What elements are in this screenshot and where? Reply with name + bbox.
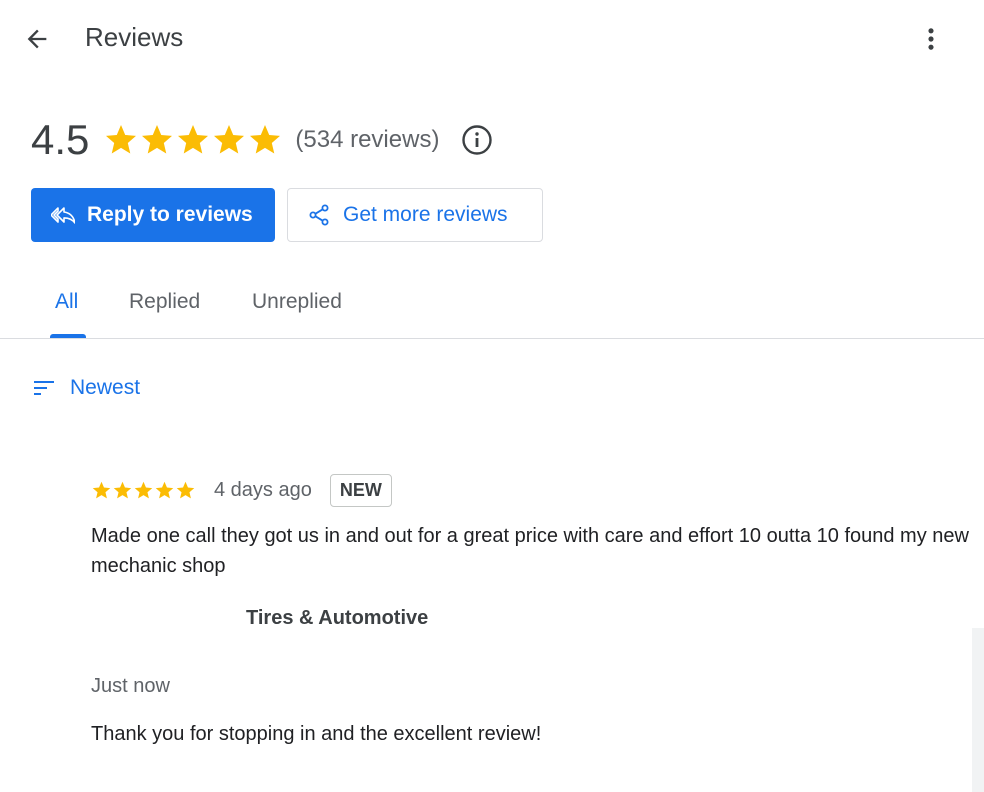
rating-value: 4.5	[31, 116, 90, 163]
reply-all-icon	[51, 207, 75, 224]
star-icon	[250, 125, 281, 154]
star-icon	[92, 481, 111, 498]
more-vert-icon	[928, 28, 934, 50]
get-more-reviews-label: Get more reviews	[343, 203, 508, 226]
new-badge: NEW	[329, 473, 392, 507]
share-icon	[309, 204, 329, 226]
review-count: (534 reviews)	[295, 126, 440, 153]
rating-summary: 4.5 (534 reviews)	[31, 112, 493, 168]
reply-text: Thank you for stopping in and the excell…	[91, 723, 542, 745]
header: Reviews	[0, 0, 984, 76]
review-meta: 4 days ago NEW	[91, 473, 971, 507]
active-tab-indicator	[50, 334, 86, 338]
sort-icon	[34, 381, 54, 395]
star-icon	[134, 481, 153, 498]
star-icon	[106, 125, 137, 154]
info-icon	[462, 125, 493, 155]
review-date: 4 days ago	[214, 478, 312, 501]
star-icon	[214, 125, 245, 154]
back-button[interactable]	[18, 20, 56, 58]
reviews-page: Reviews 4.5 (534 reviews) Reply to revie…	[0, 0, 984, 792]
review-item: 4 days ago NEW Made one call they got us…	[91, 473, 971, 745]
star-icon	[178, 125, 209, 154]
tab-all[interactable]: All	[55, 290, 78, 314]
rating-stars	[103, 122, 283, 158]
star-icon	[155, 481, 174, 498]
review-tabs: All Replied Unreplied	[0, 272, 984, 339]
reply-to-reviews-label: Reply to reviews	[87, 203, 253, 226]
reply-time: Just now	[91, 675, 170, 697]
more-options-button[interactable]	[912, 20, 950, 58]
star-icon	[142, 125, 173, 154]
scrollbar[interactable]	[972, 628, 984, 792]
info-button[interactable]	[461, 124, 493, 156]
reply-to-reviews-button[interactable]: Reply to reviews	[31, 188, 275, 242]
review-text: Made one call they got us in and out for…	[91, 525, 969, 577]
page-title: Reviews	[85, 22, 184, 52]
star-icon	[113, 481, 132, 498]
arrow-back-icon	[27, 29, 47, 49]
owner-name: Tires & Automotive	[246, 607, 429, 629]
review-stars	[91, 480, 196, 501]
get-more-reviews-button[interactable]: Get more reviews	[287, 188, 543, 242]
sort-button[interactable]: Newest	[32, 376, 140, 400]
tab-replied[interactable]: Replied	[129, 290, 200, 314]
sort-label: Newest	[70, 376, 141, 399]
tab-unreplied[interactable]: Unreplied	[252, 290, 342, 314]
star-icon	[176, 481, 195, 498]
